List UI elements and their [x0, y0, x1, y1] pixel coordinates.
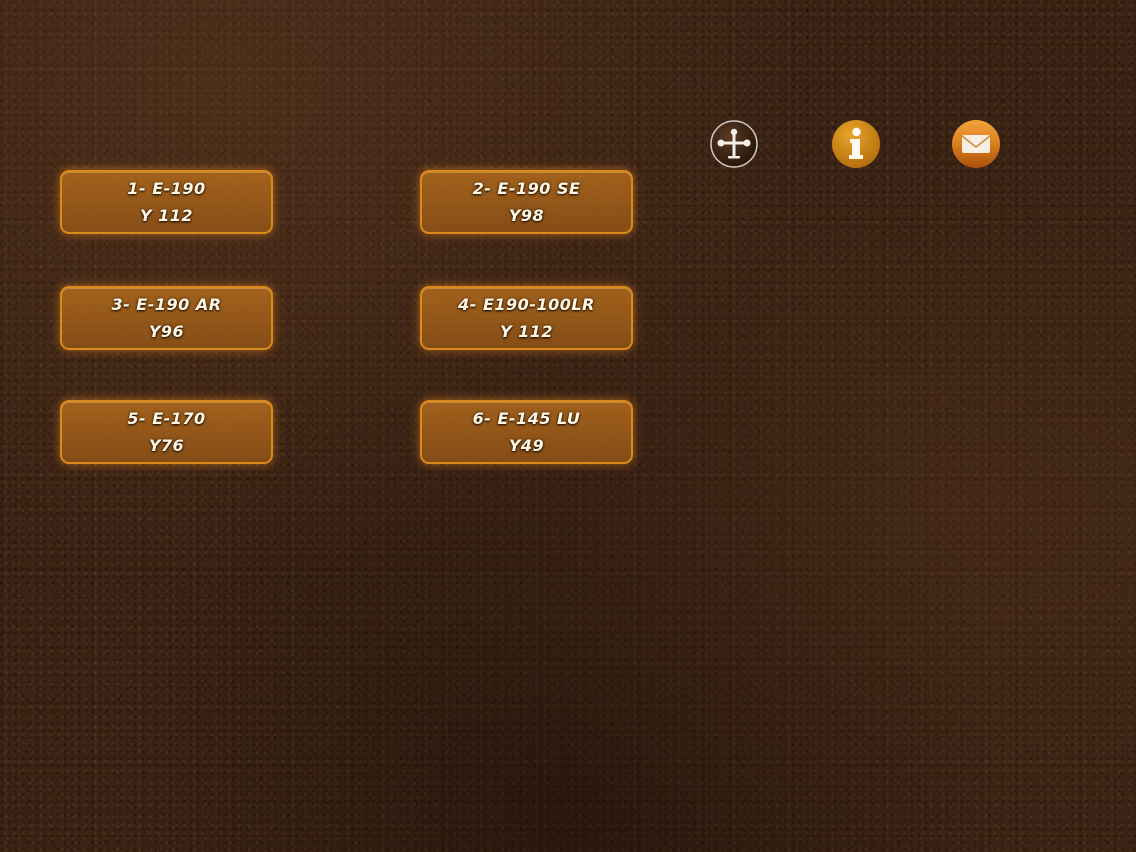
aircraft-button-2-model: 2- E-190 SE — [472, 179, 581, 198]
anemometer-icon — [710, 120, 758, 168]
mail-icon — [952, 120, 1000, 168]
aircraft-button-1[interactable]: 1- E-190 Y 112 — [60, 170, 273, 234]
aircraft-button-6-config: Y49 — [508, 436, 545, 455]
aircraft-button-2-config: Y98 — [508, 206, 545, 225]
aircraft-button-5[interactable]: 5- E-170 Y76 — [60, 400, 273, 464]
info-button[interactable] — [831, 119, 881, 169]
aircraft-button-5-config: Y76 — [148, 436, 185, 455]
info-icon — [832, 120, 880, 168]
aircraft-button-4-config: Y 112 — [499, 322, 554, 341]
aircraft-button-6-model: 6- E-145 LU — [472, 409, 581, 428]
aircraft-menu: 1- E-190 Y 112 2- E-190 SE Y98 3- E-190 … — [60, 170, 636, 466]
aircraft-button-6[interactable]: 6- E-145 LU Y49 — [420, 400, 633, 464]
aircraft-button-1-config: Y 112 — [139, 206, 194, 225]
aircraft-button-5-model: 5- E-170 — [127, 409, 206, 428]
aircraft-button-3[interactable]: 3- E-190 AR Y96 — [60, 286, 273, 350]
aircraft-button-3-model: 3- E-190 AR — [111, 295, 222, 314]
aircraft-button-1-model: 1- E-190 — [127, 179, 206, 198]
aircraft-button-4[interactable]: 4- E190-100LR Y 112 — [420, 286, 633, 350]
anemometer-button[interactable] — [709, 119, 759, 169]
aircraft-button-4-model: 4- E190-100LR — [458, 295, 595, 314]
aircraft-button-2[interactable]: 2- E-190 SE Y98 — [420, 170, 633, 234]
aircraft-button-3-config: Y96 — [148, 322, 185, 341]
mail-button[interactable] — [951, 119, 1001, 169]
